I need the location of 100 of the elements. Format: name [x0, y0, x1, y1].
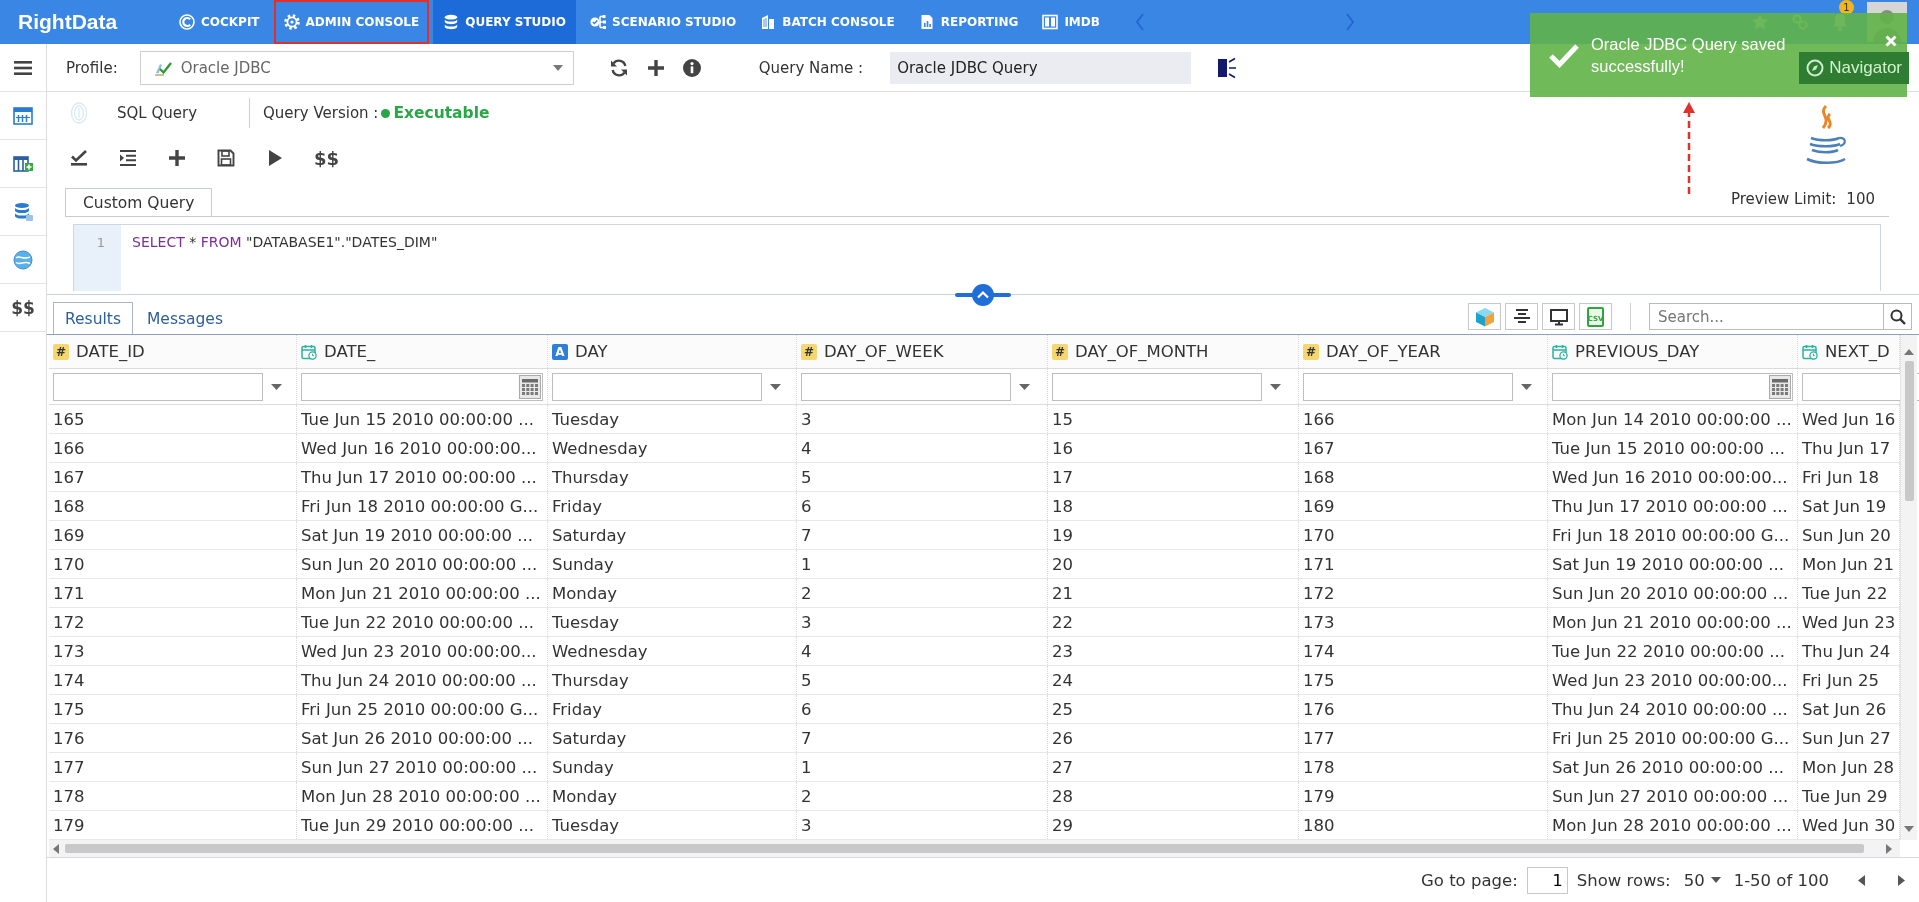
- profile-select[interactable]: Oracle JDBC: [139, 50, 574, 85]
- database-icon[interactable]: [12, 200, 34, 223]
- caret-icon[interactable]: [1521, 383, 1532, 390]
- navigator-button[interactable]: Navigator: [1799, 51, 1909, 84]
- nav-item[interactable]: REPORTING: [908, 0, 1029, 44]
- check-icon: [1548, 42, 1580, 68]
- save-icon[interactable]: [216, 148, 236, 168]
- scroll-left-icon[interactable]: [53, 843, 59, 854]
- next-page-icon[interactable]: [1898, 874, 1905, 886]
- query-version-status: Executable: [393, 104, 490, 122]
- table-cell: 2: [797, 782, 1048, 810]
- search-button[interactable]: [1884, 303, 1912, 330]
- query-name-field[interactable]: Oracle JDBC Query: [890, 51, 1192, 84]
- filter-field[interactable]: [1303, 372, 1513, 401]
- search-field[interactable]: Search...: [1649, 303, 1884, 330]
- vertical-scrollbar[interactable]: [1900, 335, 1917, 840]
- caret-icon[interactable]: [271, 383, 282, 390]
- table-cell: Sun Jun 27 2010 00:00:00 ...: [1548, 782, 1798, 810]
- scrollbar-thumb[interactable]: [1904, 361, 1914, 501]
- caret-icon[interactable]: [1019, 383, 1030, 390]
- table-cell: Sun Jun 20 2010 00:00:00 ...: [297, 550, 548, 578]
- table-cell: 19: [1048, 521, 1299, 549]
- column-header[interactable]: DAY: [575, 342, 608, 361]
- code-line: SELECT * FROM "DATABASE1"."DATES_DIM": [132, 233, 438, 252]
- caret-icon[interactable]: [1270, 383, 1281, 390]
- scroll-down-icon[interactable]: [1904, 826, 1914, 832]
- table-cell: 168: [49, 492, 297, 520]
- filter-field[interactable]: [801, 372, 1011, 401]
- column-header[interactable]: DAY_OF_WEEK: [824, 342, 944, 361]
- results-tab[interactable]: Results: [53, 302, 133, 334]
- nav-item[interactable]: ADMIN CONSOLE: [273, 0, 430, 44]
- table-cell: Sunday: [548, 550, 797, 578]
- column-header[interactable]: NEXT_D: [1825, 342, 1890, 361]
- table-cell: Sat Jun 19 2010 00:00:00 ...: [297, 521, 548, 549]
- table-cell: 26: [1048, 724, 1299, 752]
- table-cell: Mon Jun 28 2010 00:00:00 ...: [1548, 811, 1798, 839]
- line-number: 1: [95, 234, 105, 252]
- filter-field[interactable]: [301, 372, 543, 401]
- filter-field[interactable]: [552, 372, 762, 401]
- nav-item[interactable]: QUERY STUDIO: [433, 0, 576, 44]
- caret-icon[interactable]: [770, 383, 781, 390]
- column-header[interactable]: DATE_: [324, 342, 376, 361]
- calendar-clock-icon: [301, 343, 317, 360]
- table-cell: 28: [1048, 782, 1299, 810]
- table-cell: Saturday: [548, 521, 797, 549]
- sidebar-item[interactable]: $$: [11, 297, 35, 318]
- nav-item[interactable]: BATCH CONSOLE: [750, 0, 905, 44]
- splitter-handle-icon[interactable]: [955, 284, 1011, 306]
- indent-icon[interactable]: [118, 148, 138, 168]
- light-rays-icon[interactable]: [1217, 55, 1238, 80]
- plus-icon[interactable]: [167, 148, 187, 168]
- calendar-button[interactable]: [1769, 374, 1791, 399]
- page-field[interactable]: 1: [1526, 866, 1568, 894]
- calendar-button[interactable]: [519, 374, 541, 399]
- table-cell: 176: [1299, 695, 1548, 723]
- calendar-grid-icon: [522, 378, 538, 395]
- table-cell: 179: [1299, 782, 1548, 810]
- check-icon[interactable]: [69, 148, 89, 168]
- table-icon[interactable]: [12, 104, 34, 127]
- table-cell: Tue Jun 15 2010 00:00:00 ...: [1548, 434, 1798, 462]
- monitor-button[interactable]: [1542, 303, 1575, 330]
- filter-field[interactable]: [53, 372, 263, 401]
- table-cell: Sunday: [548, 753, 797, 781]
- table-cell: Fri Jun 18 2010 00:00:00 G...: [297, 492, 548, 520]
- filter-field[interactable]: [1052, 372, 1262, 401]
- scroll-right-icon[interactable]: [1886, 843, 1892, 854]
- scroll-up-icon[interactable]: [1904, 349, 1914, 355]
- horizontal-scrollbar[interactable]: [49, 840, 1900, 857]
- compass-icon: [1806, 58, 1825, 77]
- query-tab[interactable]: Custom Query: [65, 188, 213, 216]
- column-header[interactable]: DAY_OF_MONTH: [1075, 342, 1209, 361]
- table-cell: Fri Jun 18 2010 00:00:00 G...: [1548, 521, 1798, 549]
- scrollbar-thumb[interactable]: [65, 844, 1864, 853]
- results-tab[interactable]: Messages: [134, 302, 235, 334]
- number-type-marker: #: [801, 343, 817, 360]
- nav-item[interactable]: COCKPIT: [169, 0, 270, 44]
- table-cell: 27: [1048, 753, 1299, 781]
- column-header[interactable]: PREVIOUS_DAY: [1575, 342, 1700, 361]
- column-header[interactable]: DAY_OF_YEAR: [1326, 342, 1441, 361]
- table-cell: 25: [1048, 695, 1299, 723]
- filter-field[interactable]: [1552, 372, 1793, 401]
- table-cell: 174: [1299, 637, 1548, 665]
- align-center-button[interactable]: [1505, 303, 1538, 330]
- table-cell: Wed Jun 16 2010 00:00:00...: [297, 434, 548, 462]
- nav-item[interactable]: SCENARIO STUDIO: [580, 0, 747, 44]
- table-cell: 22: [1048, 608, 1299, 636]
- table-cell: 4: [797, 637, 1048, 665]
- table-cell: Wed Jun 16 2010 00:00:00...: [1548, 463, 1798, 491]
- close-icon[interactable]: [1885, 35, 1897, 47]
- previous-page-icon[interactable]: [1858, 874, 1865, 886]
- rows-per-page-select[interactable]: 50: [1679, 867, 1725, 893]
- refresh-icon[interactable]: [608, 57, 629, 78]
- globe-icon[interactable]: [12, 248, 34, 271]
- table-cell: 170: [49, 550, 297, 578]
- table-cell: 165: [49, 405, 297, 433]
- nav-item[interactable]: IMDB: [1032, 0, 1110, 44]
- currency-button[interactable]: $$: [314, 147, 340, 169]
- column-header[interactable]: DATE_ID: [76, 342, 145, 361]
- info-icon[interactable]: [681, 57, 702, 78]
- plus-icon[interactable]: [646, 58, 665, 77]
